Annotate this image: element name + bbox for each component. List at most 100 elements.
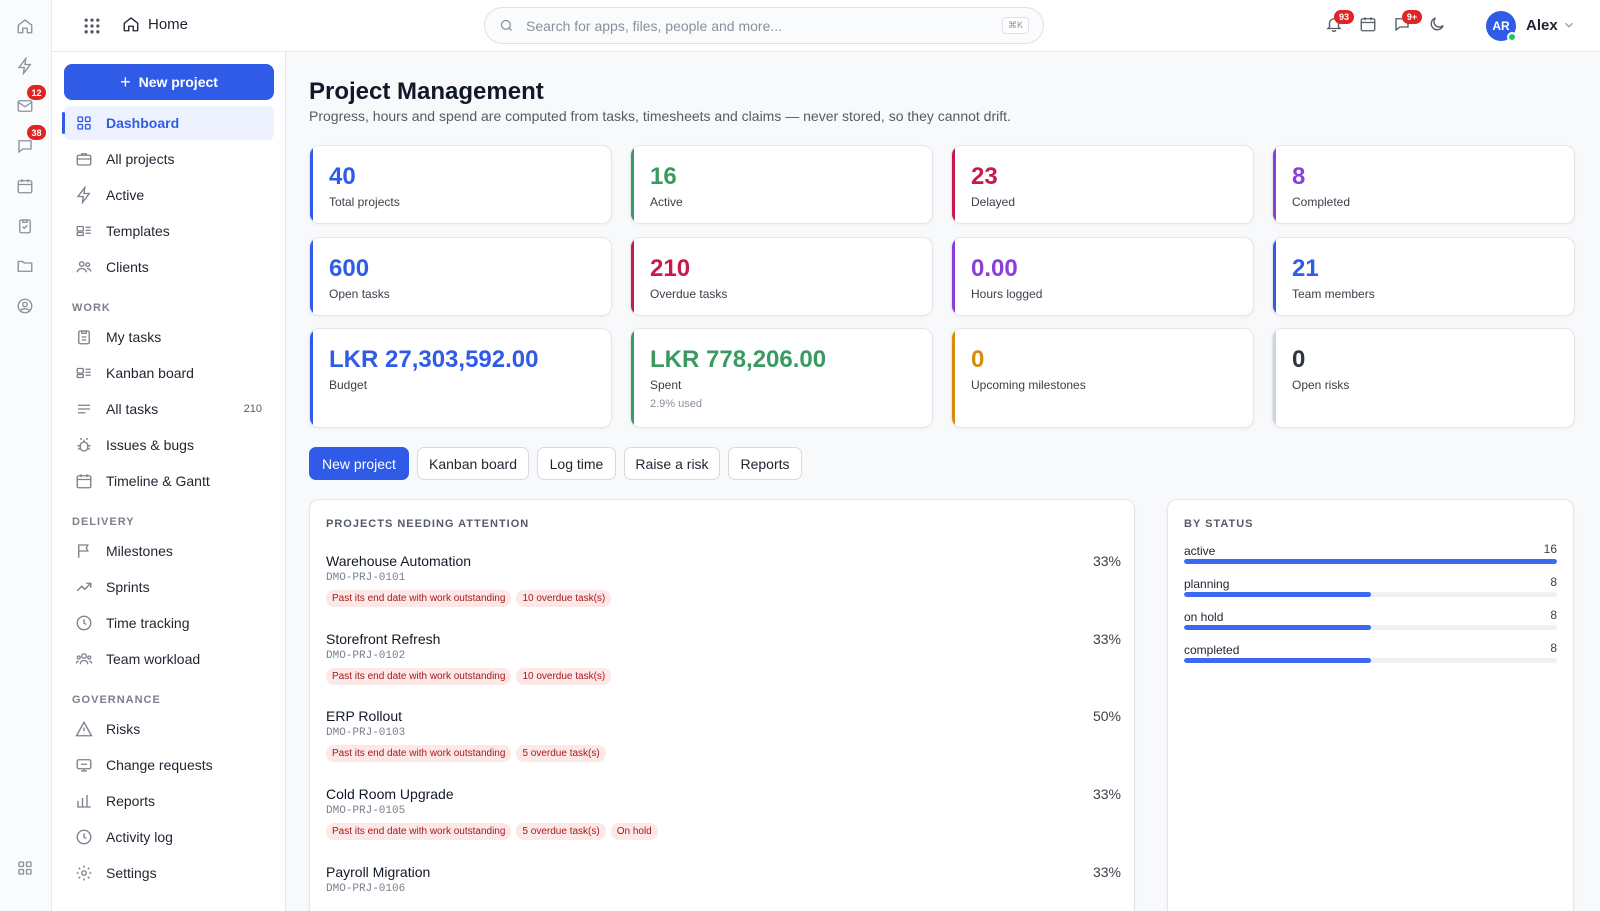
- bug-icon: [75, 436, 93, 454]
- stat-label: Open risks: [1292, 378, 1350, 392]
- mail-badge: 12: [27, 85, 46, 100]
- sidebar-item-milestones[interactable]: Milestones: [64, 534, 274, 568]
- status-row: completed 8: [1184, 641, 1557, 663]
- stat-card-completed[interactable]: 8 Completed: [1272, 145, 1575, 224]
- calendar-icon[interactable]: [14, 175, 36, 197]
- search-shortcut: ⌘K: [1001, 17, 1029, 34]
- project-name: Cold Room Upgrade: [326, 786, 454, 802]
- messages-icon[interactable]: 9+: [1393, 10, 1422, 37]
- sidebar-item-change-requests[interactable]: Change requests: [64, 748, 274, 782]
- sidebar-item-reports[interactable]: Reports: [64, 784, 274, 818]
- stat-card-hours-logged[interactable]: 0.00 Hours logged: [951, 237, 1254, 316]
- list-item[interactable]: Storefront Refresh DMO-PRJ-0102 33% Past…: [326, 631, 1121, 685]
- status-bar-fill: [1184, 625, 1371, 630]
- stat-value: LKR 27,303,592.00: [329, 346, 539, 373]
- home-link[interactable]: Home: [122, 15, 188, 33]
- folder-icon[interactable]: [14, 255, 36, 277]
- change-icon: [75, 756, 93, 774]
- sidebar-item-all-projects[interactable]: All projects: [64, 142, 274, 176]
- main-content: Project Management Progress, hours and s…: [286, 52, 1600, 911]
- notifications-icon[interactable]: 93: [1325, 10, 1354, 37]
- status-count: 16: [1543, 542, 1557, 556]
- reports-button[interactable]: Reports: [728, 447, 802, 480]
- sidebar-item-active[interactable]: Active: [64, 178, 274, 212]
- kanban-board-button[interactable]: Kanban board: [417, 447, 529, 480]
- home-icon[interactable]: [14, 15, 36, 37]
- sidebar-item-risks[interactable]: Risks: [64, 712, 274, 746]
- home-icon: [123, 17, 139, 32]
- status-row: planning 8: [1184, 575, 1557, 597]
- project-code: DMO-PRJ-0106: [326, 883, 406, 895]
- stat-card-upcoming-milestones[interactable]: 0 Upcoming milestones: [951, 328, 1254, 428]
- bolt-icon[interactable]: [14, 55, 36, 77]
- clock-icon: [75, 614, 93, 632]
- history-icon: [75, 828, 93, 846]
- sidebar-item-team-workload[interactable]: Team workload: [64, 642, 274, 676]
- status-bar-fill: [1184, 559, 1557, 564]
- new-project-action-button[interactable]: New project: [309, 447, 409, 480]
- log-time-button[interactable]: Log time: [537, 447, 616, 480]
- calendar-icon[interactable]: [1359, 15, 1381, 37]
- sidebar-item-label: All tasks: [106, 401, 159, 417]
- by-status-panel: BY STATUS active 16 planning 8 on hold 8…: [1167, 499, 1574, 911]
- list-item[interactable]: Payroll Migration DMO-PRJ-0106 33%: [326, 864, 1121, 895]
- stat-card-delayed[interactable]: 23 Delayed: [951, 145, 1254, 224]
- user-circle-icon[interactable]: [14, 295, 36, 317]
- sidebar-item-time-tracking[interactable]: Time tracking: [64, 606, 274, 640]
- chat-badge: 38: [27, 125, 46, 140]
- avatar-initials: AR: [1492, 19, 1510, 33]
- sidebar-item-dashboard[interactable]: Dashboard: [62, 106, 274, 140]
- sidebar-item-activity-log[interactable]: Activity log: [64, 820, 274, 854]
- users-icon: [75, 258, 93, 276]
- dark-mode-icon[interactable]: [1428, 15, 1450, 37]
- sidebar-item-timeline-gantt[interactable]: Timeline & Gantt: [64, 464, 274, 498]
- messages-badge: 9+: [1402, 10, 1422, 24]
- user-name[interactable]: Alex: [1526, 17, 1558, 34]
- stat-card-active[interactable]: 16 Active: [630, 145, 933, 224]
- sidebar-item-label: Timeline & Gantt: [106, 473, 210, 489]
- sidebar-item-label: Dashboard: [106, 115, 180, 131]
- status-bar-track: [1184, 592, 1557, 597]
- stat-label: Hours logged: [971, 287, 1043, 301]
- sidebar-item-templates[interactable]: Templates: [64, 214, 274, 248]
- sidebar-item-kanban-board[interactable]: Kanban board: [64, 356, 274, 390]
- project-progress: 33%: [1092, 553, 1121, 569]
- status-row: active 16: [1184, 542, 1557, 564]
- list-item[interactable]: Cold Room Upgrade DMO-PRJ-0105 33% Past …: [326, 786, 1121, 840]
- sidebar-item-label: Settings: [106, 865, 157, 881]
- stat-label: Delayed: [971, 195, 1016, 209]
- stat-value: LKR 778,206.00: [650, 346, 827, 373]
- sidebar-item-my-tasks[interactable]: My tasks: [64, 320, 274, 354]
- project-code: DMO-PRJ-0101: [326, 572, 406, 584]
- search-bar[interactable]: ⌘K: [484, 7, 1044, 44]
- raise-risk-button[interactable]: Raise a risk: [624, 447, 720, 480]
- status-badge: 5 overdue task(s): [516, 745, 606, 762]
- sidebar-item-all-tasks[interactable]: All tasks 210: [64, 392, 274, 426]
- status-label: completed: [1184, 643, 1240, 657]
- stat-label: Spent: [650, 378, 682, 392]
- list-item[interactable]: ERP Rollout DMO-PRJ-0103 50% Past its en…: [326, 708, 1121, 762]
- stat-label: Upcoming milestones: [971, 378, 1086, 392]
- stat-card-open-tasks[interactable]: 600 Open tasks: [309, 237, 612, 316]
- stat-card-team-members[interactable]: 21 Team members: [1272, 237, 1575, 316]
- stat-card-total-projects[interactable]: 40 Total projects: [309, 145, 612, 224]
- project-name: Storefront Refresh: [326, 631, 441, 647]
- sidebar-item-sprints[interactable]: Sprints: [64, 570, 274, 604]
- new-project-button[interactable]: + New project: [64, 64, 274, 100]
- stat-card-spent[interactable]: LKR 778,206.00 Spent 2.9% used: [630, 328, 933, 428]
- list-item[interactable]: Warehouse Automation DMO-PRJ-0101 33% Pa…: [326, 553, 1121, 607]
- avatar[interactable]: AR: [1486, 11, 1517, 42]
- stat-card-budget[interactable]: LKR 27,303,592.00 Budget: [309, 328, 612, 428]
- sidebar-item-issues-bugs[interactable]: Issues & bugs: [64, 428, 274, 462]
- app-launcher-icon[interactable]: [82, 16, 102, 36]
- sidebar-item-settings[interactable]: Settings: [64, 856, 274, 890]
- stat-card-open-risks[interactable]: 0 Open risks: [1272, 328, 1575, 428]
- sidebar-item-clients[interactable]: Clients: [64, 250, 274, 284]
- clipboard-icon[interactable]: [14, 215, 36, 237]
- project-progress: 33%: [1092, 864, 1121, 880]
- projects-needing-attention-panel: PROJECTS NEEDING ATTENTION Warehouse Aut…: [309, 499, 1135, 911]
- apps-icon[interactable]: [14, 857, 36, 879]
- stat-card-overdue-tasks[interactable]: 210 Overdue tasks: [630, 237, 933, 316]
- search-input[interactable]: [526, 17, 1002, 34]
- chevron-down-icon[interactable]: [1562, 18, 1576, 32]
